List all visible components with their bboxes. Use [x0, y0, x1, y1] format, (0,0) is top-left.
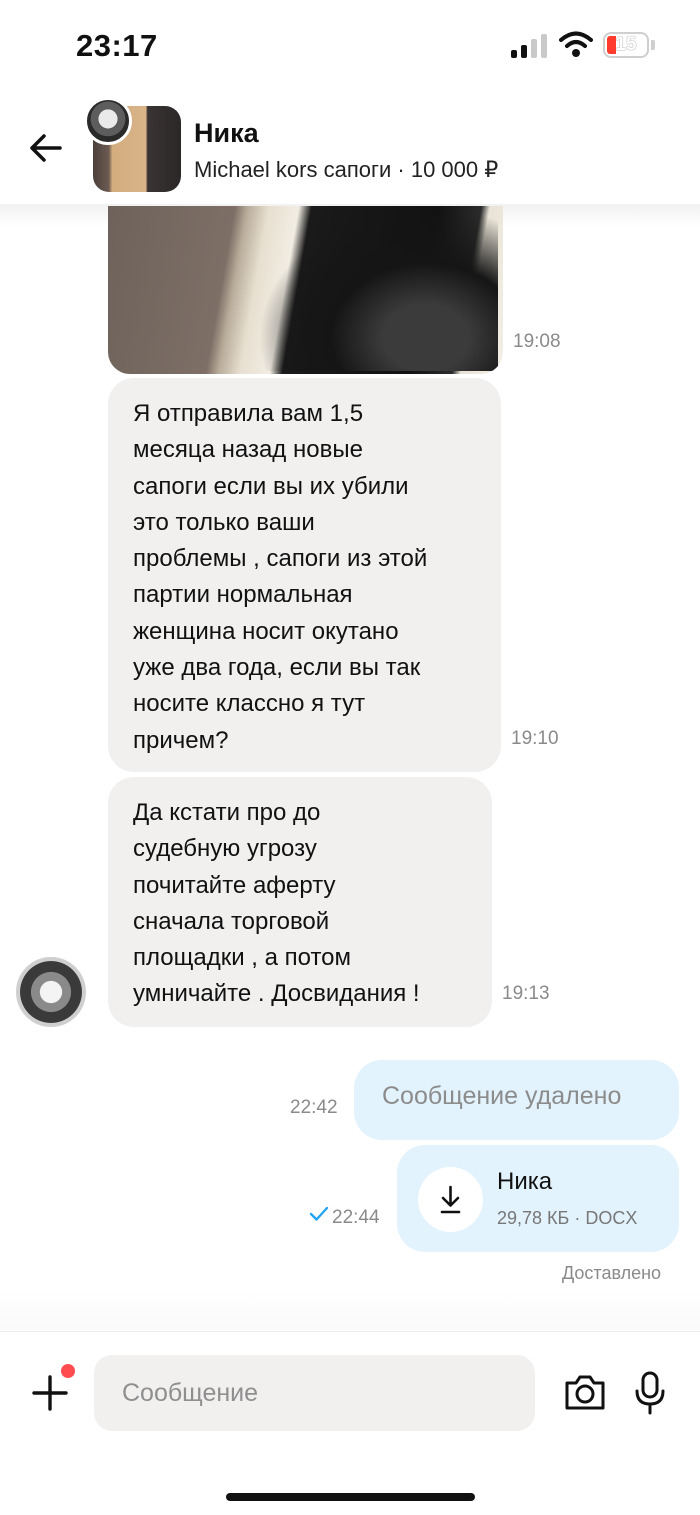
message-time: 19:08	[513, 331, 561, 352]
message-line: сначала торговой	[133, 907, 330, 935]
cellular-signal-icon	[511, 34, 547, 58]
message-time: 19:13	[502, 983, 550, 1004]
seller-avatar	[84, 97, 132, 145]
plus-icon[interactable]	[32, 1375, 68, 1411]
delivery-status: Доставлено	[562, 1263, 662, 1283]
microphone-icon[interactable]	[633, 1371, 667, 1415]
message-input-placeholder: Сообщение	[122, 1379, 259, 1407]
message-line: Я отправила вам 1,5	[133, 400, 364, 427]
message-line: причем?	[133, 726, 229, 754]
chat-title[interactable]: Ника	[194, 118, 259, 149]
file-name: Ника	[497, 1168, 553, 1195]
message-line: судебную угрозу	[133, 835, 317, 863]
notification-dot	[61, 1364, 75, 1378]
message-line: женщина носит окутано	[133, 617, 399, 645]
arrow-left-icon[interactable]	[28, 130, 64, 166]
message-line: это только ваши	[133, 508, 315, 536]
message-line: проблемы , сапоги из этой	[133, 545, 428, 573]
message-time: 22:44	[332, 1207, 380, 1228]
download-button[interactable]	[418, 1167, 483, 1232]
photo-message[interactable]	[108, 206, 503, 374]
message-line: партии нормальная	[133, 581, 353, 609]
battery-level: 15	[615, 34, 637, 55]
message-line: умничайте . Досвидания !	[133, 980, 420, 1008]
ad-subtitle[interactable]: Michael kors сапоги · 10 000 ₽	[194, 157, 498, 183]
check-icon	[309, 1206, 329, 1221]
message-line: площадки , а потом	[133, 944, 352, 972]
incoming-message-bubble[interactable]: Я отправила вам 1,5 месяца назад новые с…	[108, 378, 501, 772]
file-meta: 29,78 КБ · DOCX	[497, 1208, 638, 1228]
deleted-message-text: Сообщение удалено	[382, 1082, 622, 1110]
message-line: почитайте аферту	[133, 871, 336, 899]
incoming-message-bubble[interactable]: Да кстати про до судебную угрозу почитай…	[108, 777, 492, 1027]
sender-avatar[interactable]	[16, 957, 86, 1027]
message-line: уже два года, если вы так	[133, 654, 421, 682]
message-line: Да кстати про до	[133, 799, 321, 826]
download-icon	[440, 1185, 461, 1214]
wifi-icon	[559, 31, 593, 57]
message-line: носите классно я тут	[133, 690, 366, 718]
message-time: 22:42	[290, 1097, 338, 1118]
message-time: 19:10	[511, 728, 559, 749]
camera-icon[interactable]	[563, 1373, 607, 1411]
home-indicator	[226, 1493, 475, 1501]
status-time: 23:17	[76, 28, 158, 63]
message-line: месяца назад новые	[133, 436, 363, 464]
battery-icon: 15	[603, 32, 649, 58]
message-line: сапоги если вы их убили	[133, 472, 409, 500]
